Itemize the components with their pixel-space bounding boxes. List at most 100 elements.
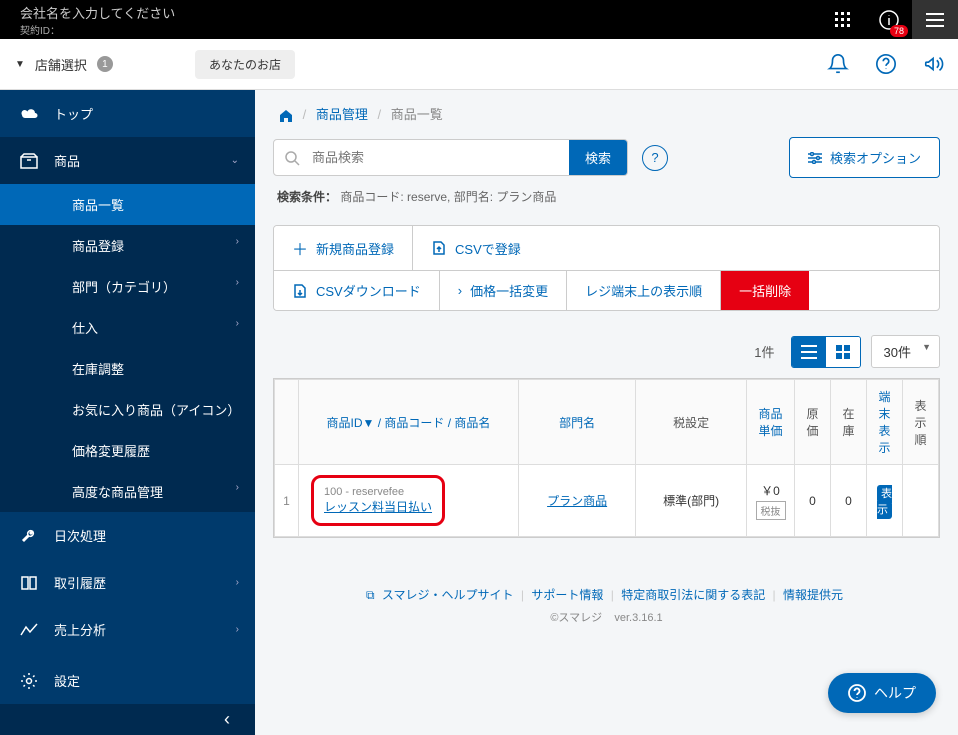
col-cost: 原価 [795,380,831,465]
sidebar-sub-purchase[interactable]: 仕入› [0,307,255,348]
hamburger-menu-icon[interactable] [912,0,958,39]
footer-help-site-link[interactable]: スマレジ・ヘルプサイト [382,588,514,602]
cloud-icon [18,107,40,121]
col-id-code-name[interactable]: 商品ID▼ / 商品コード / 商品名 [299,380,519,465]
bulk-delete-button[interactable]: 一括削除 [721,271,809,310]
order-cell [903,465,939,537]
terminal-order-button[interactable]: レジ端末上の表示順 [567,271,721,310]
plus-icon: ＋ [292,236,308,260]
csv-download-button[interactable]: CSVダウンロード [274,271,440,310]
sidebar-products-label: 商品 [54,151,80,170]
sidebar-sub-favorite[interactable]: お気に入り商品（アイコン） [0,389,255,430]
col-order: 表示順 [903,380,939,465]
store-chip[interactable]: あなたのお店 [195,50,295,79]
stock-cell: 0 [831,465,867,537]
megaphone-icon[interactable] [910,39,958,90]
sidebar-sub-product-register[interactable]: 商品登録› [0,225,255,266]
store-count-badge: 1 [97,56,113,72]
page-size-select[interactable]: 30件 [871,335,940,368]
search-options-button[interactable]: 検索オプション [789,137,940,178]
result-count: 1件 [754,342,774,361]
breadcrumb-link-1[interactable]: 商品管理 [316,107,368,122]
wrench-icon [18,527,40,545]
price-cell: ￥0 税抜 [747,465,795,537]
filter-icon [808,152,822,164]
help-float-button[interactable]: ヘルプ [828,673,936,713]
sidebar-sub-stock[interactable]: 在庫調整 [0,348,255,389]
sidebar-sub-advanced[interactable]: 高度な商品管理› [0,471,255,512]
breadcrumb-current: 商品一覧 [391,107,443,122]
contract-id-label: 契約ID： [20,22,175,37]
tax-cell: 標準(部門) [636,465,747,537]
info-icon[interactable]: 78 [866,0,912,39]
terminal-display-badge: 表示 [877,485,892,519]
col-terminal[interactable]: 端末表示 [867,380,903,465]
version-text: ver.3.16.1 [614,612,662,624]
sidebar-item-settings[interactable]: 設定 [0,657,255,704]
chevron-right-icon: › [236,236,239,247]
chevron-right-icon: › [236,577,239,588]
sidebar-settings-label: 設定 [54,671,80,690]
sidebar-sub-product-list[interactable]: 商品一覧 [0,184,255,225]
sidebar-analytics-label: 売上分析 [54,620,106,639]
sidebar-item-analytics[interactable]: 売上分析 › [0,606,255,653]
copyright-text: ©スマレジ [550,612,602,624]
chevron-right-icon: › [236,318,239,329]
col-price[interactable]: 商品単価 [747,380,795,465]
sidebar-collapse-button[interactable]: ‹ [0,704,255,735]
breadcrumb: / 商品管理 / 商品一覧 [255,90,958,137]
external-link-icon: ⧉ [366,588,375,602]
bell-icon[interactable] [814,39,862,90]
chevron-right-icon: › [236,277,239,288]
chevron-right-icon: › [458,283,462,298]
footer-provider-link[interactable]: 情報提供元 [783,588,843,602]
search-condition-value: 商品コード: reserve, 部門名: プラン商品 [340,190,556,204]
sidebar-item-history[interactable]: 取引履歴 › [0,559,255,606]
tax-badge: 税抜 [756,501,786,520]
search-input[interactable] [300,140,569,175]
breadcrumb-home-icon[interactable] [279,107,293,122]
question-icon [848,684,866,702]
download-icon [292,283,308,299]
search-button[interactable]: 検索 [569,140,627,175]
chevron-right-icon: › [236,624,239,635]
caret-down-icon: ▼ [15,59,25,70]
search-icon [274,140,300,175]
sidebar-daily-label: 日次処理 [54,526,106,545]
sidebar-item-top[interactable]: トップ [0,90,255,137]
chevron-right-icon: › [236,482,239,493]
question-circle-icon[interactable] [862,39,910,90]
chevron-left-icon: ‹ [224,709,230,730]
view-list-button[interactable] [792,337,826,367]
col-dept[interactable]: 部門名 [519,380,636,465]
notification-badge: 78 [890,25,908,37]
view-grid-button[interactable] [826,337,860,367]
search-help-icon[interactable]: ? [642,145,668,171]
bulk-price-button[interactable]: › 価格一括変更 [440,271,567,310]
company-name-placeholder[interactable]: 会社名を入力してください [20,3,175,22]
sidebar-sub-price-history[interactable]: 価格変更履歴 [0,430,255,471]
col-tax: 税設定 [636,380,747,465]
col-stock: 在庫 [831,380,867,465]
apps-grid-icon[interactable] [820,0,866,39]
book-icon [18,575,40,591]
sidebar-top-label: トップ [54,104,93,123]
dept-link[interactable]: プラン商品 [547,494,607,508]
chevron-down-icon: ⌄ [231,155,239,166]
chart-line-icon [18,623,40,637]
table-header-row: 商品ID▼ / 商品コード / 商品名 部門名 税設定 商品単価 原価 在庫 端… [275,380,939,465]
upload-icon [431,240,447,256]
sidebar-history-label: 取引履歴 [54,573,106,592]
table-row: 1 100 - reservefee レッスン料当日払い プラン商品 標準(部門… [275,465,939,537]
footer-law-link[interactable]: 特定商取引法に関する表記 [621,588,765,602]
sidebar-item-daily[interactable]: 日次処理 [0,512,255,559]
sidebar-item-products[interactable]: 商品 ⌄ [0,137,255,184]
footer-support-link[interactable]: サポート情報 [531,588,603,602]
sidebar-sub-department[interactable]: 部門（カテゴリ）› [0,266,255,307]
csv-upload-button[interactable]: CSVで登録 [413,226,939,271]
new-product-button[interactable]: ＋ 新規商品登録 [274,226,413,271]
search-condition-label: 検索条件： [277,190,337,204]
store-select-dropdown[interactable]: ▼ 店舗選択 1 [0,55,185,74]
product-name-link[interactable]: レッスン料当日払い [324,500,432,514]
cost-cell: 0 [795,465,831,537]
